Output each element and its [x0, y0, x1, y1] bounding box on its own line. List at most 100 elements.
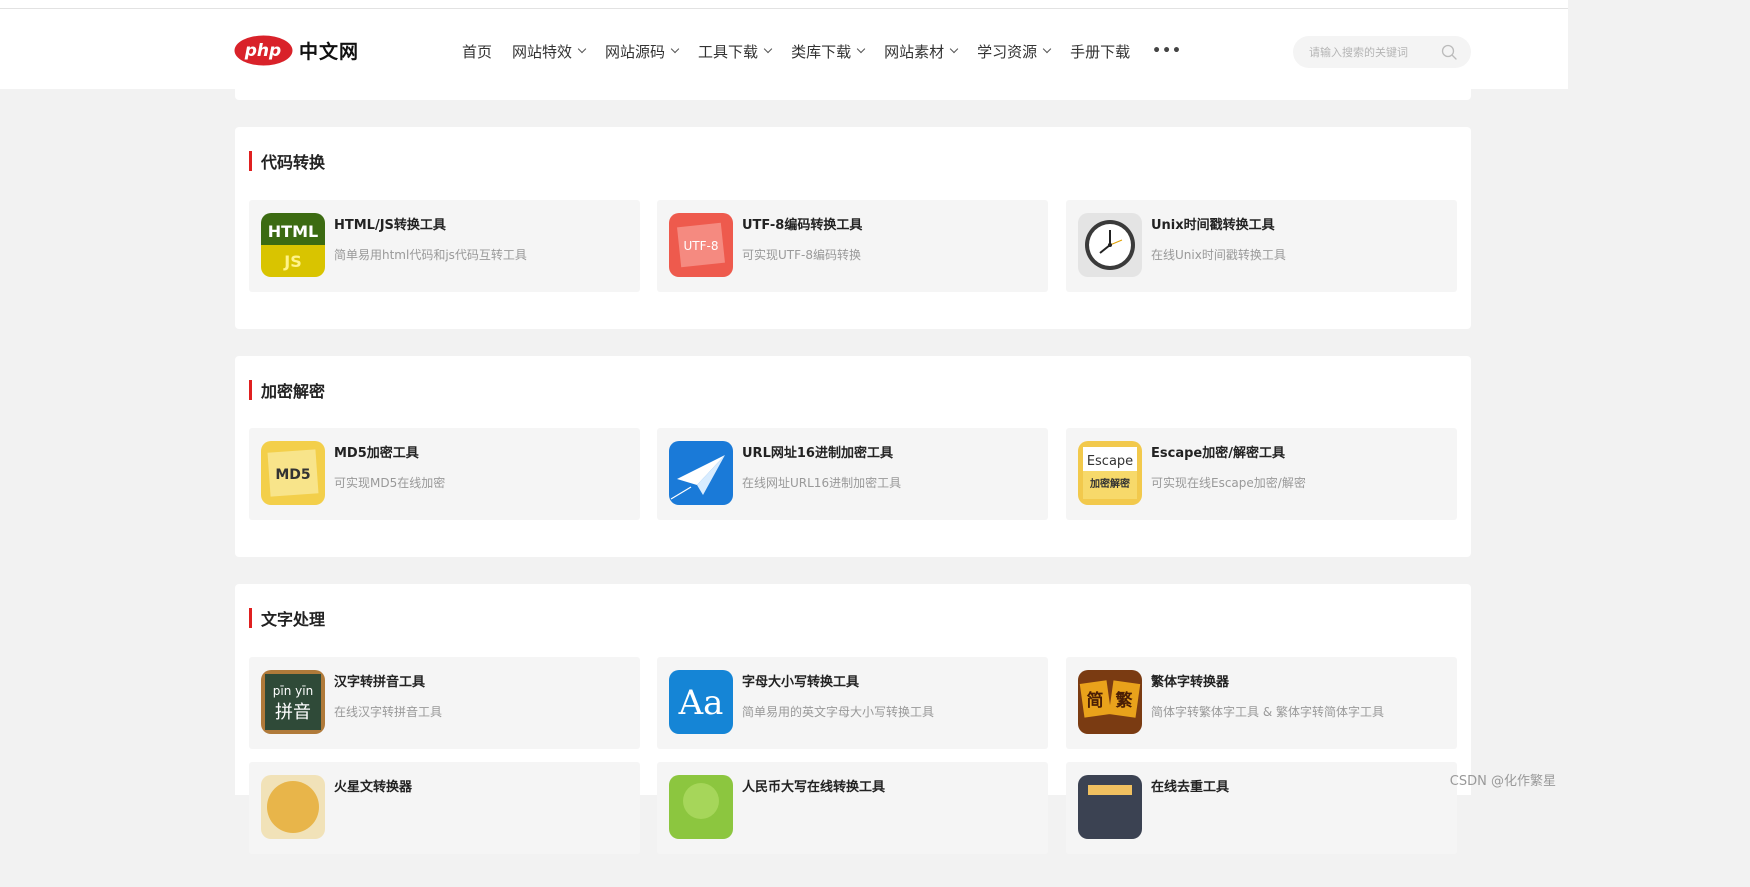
main-nav: 首页 网站特效 网站源码 工具下载 类库下载 网站素材 学习资源 手册下载 ••…	[452, 38, 1182, 64]
svg-text:php: php	[244, 41, 281, 61]
search-box	[1293, 36, 1471, 68]
tool-name: 繁体字转换器	[1151, 675, 1230, 690]
tool-card[interactable]: 在线去重工具	[1066, 762, 1457, 854]
tool-desc: 简单易用的英文字母大小写转换工具	[742, 705, 935, 719]
md5-note-icon: MD5	[261, 441, 325, 505]
section-encryption: 加密解密 MD5 MD5加密工具 可实现MD5在线加密 URL网址16进制加密工…	[235, 356, 1471, 557]
dedupe-icon	[1078, 775, 1142, 839]
nav-assets[interactable]: 网站素材	[884, 41, 959, 62]
section-title-text: 代码转换	[261, 153, 326, 172]
jian-fan-icon: 简 繁	[1078, 670, 1142, 734]
site-header: php 中文网 首页 网站特效 网站源码 工具下载 类库下载 网站素材 学习资源…	[0, 9, 1568, 89]
title-accent-bar	[249, 380, 252, 400]
tool-card[interactable]: Aa 字母大小写转换工具 简单易用的英文字母大小写转换工具	[657, 657, 1048, 749]
nav-label: 手册下载	[1070, 42, 1131, 61]
tool-card[interactable]: URL网址16进制加密工具 在线网址URL16进制加密工具	[657, 428, 1048, 520]
previous-section-edge	[235, 89, 1471, 100]
title-accent-bar	[249, 151, 252, 171]
svg-text:MD5: MD5	[275, 467, 310, 483]
tool-name: 火星文转换器	[334, 780, 413, 795]
section-title-text: 加密解密	[261, 382, 326, 401]
mars-text-icon	[261, 775, 325, 839]
svg-text:拼音: 拼音	[275, 702, 311, 723]
tool-card[interactable]: Escape 加密解密 Escape加密/解密工具 可实现在线Escape加密/…	[1066, 428, 1457, 520]
tool-card[interactable]: Unix时间戳转换工具 在线Unix时间戳转换工具	[1066, 200, 1457, 292]
svg-text:简: 简	[1087, 690, 1104, 711]
nav-libraries[interactable]: 类库下载	[791, 41, 866, 62]
tool-card[interactable]: MD5 MD5加密工具 可实现MD5在线加密	[249, 428, 640, 520]
chevron-down-icon	[763, 44, 773, 54]
nav-tools[interactable]: 工具下载	[698, 41, 773, 62]
letter-case-icon: Aa	[669, 670, 733, 734]
section-code-convert: 代码转换 HTML JS HTML/JS转换工具 简单易用html代码和js代码…	[235, 127, 1471, 329]
tool-card[interactable]: 简 繁 繁体字转换器 简体字转繁体字工具 & 繁体字转简体字工具	[1066, 657, 1457, 749]
site-logo[interactable]: php 中文网	[234, 33, 359, 67]
tool-desc: 在线汉字转拼音工具	[334, 705, 443, 719]
search-icon[interactable]	[1441, 44, 1457, 60]
nav-source[interactable]: 网站源码	[605, 41, 680, 62]
tool-card[interactable]: HTML JS HTML/JS转换工具 简单易用html代码和js代码互转工具	[249, 200, 640, 292]
nav-label: 网站特效	[512, 42, 573, 61]
title-accent-bar	[249, 608, 252, 628]
svg-text:pīn yīn: pīn yīn	[273, 684, 313, 698]
svg-text:Escape: Escape	[1087, 454, 1133, 469]
chevron-down-icon	[577, 44, 587, 54]
section-title: 文字处理	[249, 608, 326, 629]
top-border	[0, 0, 1568, 9]
html-js-icon: HTML JS	[261, 213, 325, 277]
section-title: 代码转换	[249, 151, 326, 172]
utf8-icon: UTF-8	[669, 213, 733, 277]
watermark: CSDN @化作繁星	[1449, 774, 1556, 789]
php-logo-icon: php	[234, 35, 293, 66]
clock-icon	[1078, 213, 1142, 277]
chevron-down-icon	[1042, 44, 1052, 54]
tool-desc: 可实现MD5在线加密	[334, 476, 446, 490]
section-title: 加密解密	[249, 380, 326, 401]
nav-learning[interactable]: 学习资源	[977, 41, 1052, 62]
nav-manuals[interactable]: 手册下载	[1070, 41, 1130, 62]
svg-text:JS: JS	[283, 252, 301, 271]
search-input[interactable]	[1309, 43, 1439, 61]
logo-text: 中文网	[299, 40, 360, 63]
rmb-icon	[669, 775, 733, 839]
tool-desc: 可实现UTF-8编码转换	[742, 248, 861, 262]
pinyin-board-icon: pīn yīn 拼音	[261, 670, 325, 734]
tool-card[interactable]: UTF-8 UTF-8编码转换工具 可实现UTF-8编码转换	[657, 200, 1048, 292]
nav-effects[interactable]: 网站特效	[512, 41, 587, 62]
tool-name: UTF-8编码转换工具	[742, 218, 863, 233]
tool-name: HTML/JS转换工具	[334, 218, 446, 233]
nav-label: 工具下载	[698, 42, 759, 61]
tool-name: 人民币大写在线转换工具	[742, 780, 886, 795]
tool-name: MD5加密工具	[334, 446, 419, 461]
chevron-down-icon	[670, 44, 680, 54]
tool-name: Unix时间戳转换工具	[1151, 218, 1275, 233]
tool-name: 字母大小写转换工具	[742, 675, 860, 690]
tool-card[interactable]: 火星文转换器	[249, 762, 640, 854]
tool-name: Escape加密/解密工具	[1151, 446, 1285, 461]
tool-desc: 在线网址URL16进制加密工具	[742, 476, 902, 490]
nav-label: 类库下载	[791, 42, 852, 61]
nav-home[interactable]: 首页	[462, 41, 492, 62]
tool-name: URL网址16进制加密工具	[742, 446, 893, 461]
nav-label: 学习资源	[977, 42, 1038, 61]
tool-card[interactable]: 人民币大写在线转换工具	[657, 762, 1048, 854]
tool-desc: 可实现在线Escape加密/解密	[1151, 476, 1306, 490]
tool-name: 汉字转拼音工具	[334, 675, 426, 690]
tool-card[interactable]: pīn yīn 拼音 汉字转拼音工具 在线汉字转拼音工具	[249, 657, 640, 749]
nav-label: 首页	[462, 42, 493, 61]
svg-text:Aa: Aa	[678, 683, 724, 723]
nav-label: 网站素材	[884, 42, 945, 61]
section-title-text: 文字处理	[261, 610, 326, 629]
tool-desc: 在线Unix时间戳转换工具	[1151, 248, 1286, 262]
tool-desc: 简单易用html代码和js代码互转工具	[334, 248, 527, 262]
section-text-processing: 文字处理 pīn yīn 拼音 汉字转拼音工具 在线汉字转拼音工具 Aa 字母大…	[235, 584, 1471, 854]
svg-text:UTF-8: UTF-8	[684, 239, 719, 253]
more-icon[interactable]: •••	[1152, 43, 1182, 59]
svg-text:HTML: HTML	[268, 222, 318, 241]
tool-desc: 简体字转繁体字工具 & 繁体字转简体字工具	[1151, 705, 1384, 719]
tool-name: 在线去重工具	[1151, 780, 1230, 795]
nav-label: 网站源码	[605, 42, 666, 61]
chevron-down-icon	[856, 44, 866, 54]
paper-plane-icon	[669, 441, 733, 505]
escape-icon: Escape 加密解密	[1078, 441, 1142, 505]
